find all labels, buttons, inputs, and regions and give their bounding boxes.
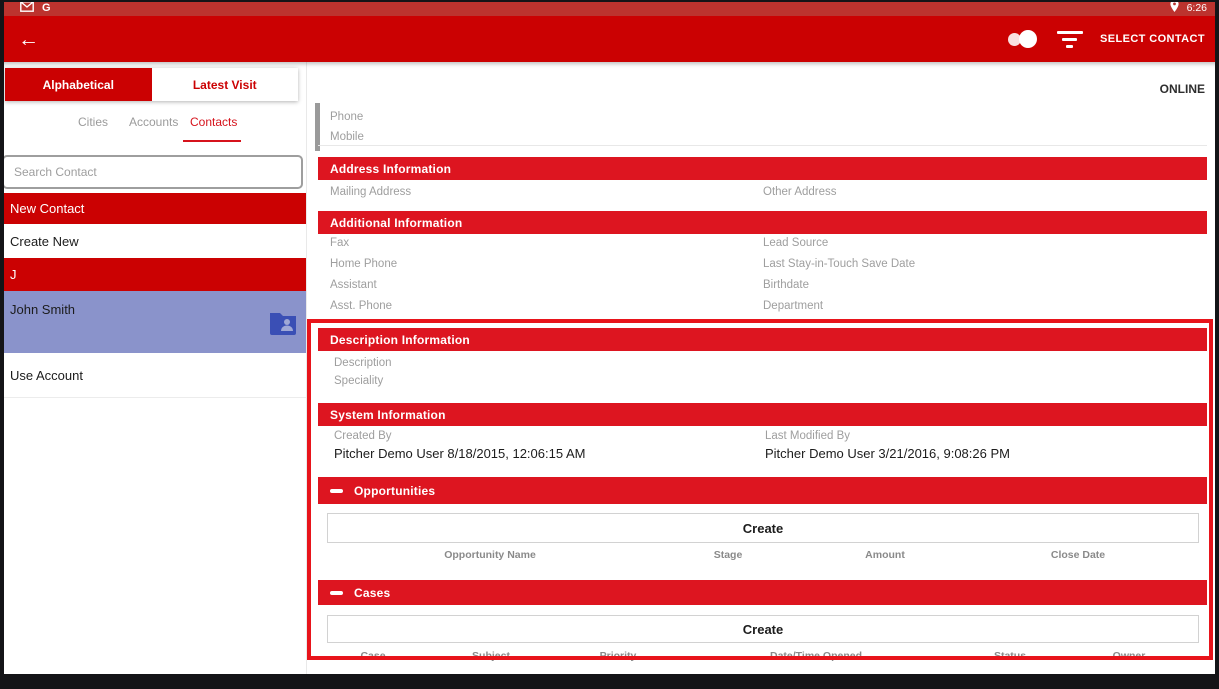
list-item-john-smith[interactable]: John Smith bbox=[0, 291, 306, 353]
field-label-mobile: Mobile bbox=[330, 127, 364, 147]
online-status-badge: ONLINE bbox=[1160, 82, 1205, 96]
subtab-accounts[interactable]: Accounts bbox=[129, 115, 178, 129]
tab-latest-visit[interactable]: Latest Visit bbox=[152, 68, 299, 101]
select-contact-button[interactable]: SELECT CONTACT bbox=[1100, 33, 1205, 45]
field-value-created-by: Pitcher Demo User 8/18/2015, 12:06:15 AM bbox=[334, 445, 585, 463]
create-case-button[interactable]: Create bbox=[327, 615, 1199, 643]
field-label-speciality: Speciality bbox=[334, 371, 383, 391]
section-title: Additional Information bbox=[330, 216, 462, 230]
list-section-j: J bbox=[0, 258, 306, 291]
sort-tabbar: Alphabetical Latest Visit bbox=[5, 68, 298, 101]
location-icon bbox=[1170, 0, 1179, 17]
list-item-create-new[interactable]: Create New bbox=[0, 224, 306, 258]
field-label-lead-source: Lead Source bbox=[763, 233, 828, 253]
field-label-mailing-address: Mailing Address bbox=[330, 182, 411, 202]
contact-folder-icon[interactable] bbox=[268, 310, 298, 341]
col-header-status: Status bbox=[994, 650, 1026, 662]
online-toggle-icon[interactable] bbox=[1006, 29, 1040, 49]
field-value-last-modified-by: Pitcher Demo User 3/21/2016, 9:08:26 PM bbox=[765, 445, 1010, 463]
create-opportunity-button[interactable]: Create bbox=[327, 513, 1199, 543]
col-header-subject: Subject bbox=[472, 650, 510, 662]
filter-icon[interactable] bbox=[1056, 31, 1084, 48]
col-header-owner: Owner bbox=[1113, 650, 1146, 662]
toolbar-actions: SELECT CONTACT bbox=[1006, 29, 1205, 49]
status-bar-left: G bbox=[20, 0, 51, 17]
collapse-minus-icon[interactable] bbox=[330, 591, 343, 595]
list-divider bbox=[0, 397, 306, 398]
frame-edge bbox=[0, 674, 1219, 689]
list-item-use-account[interactable]: Use Account bbox=[0, 353, 306, 397]
field-label-description: Description bbox=[334, 353, 392, 373]
tab-alphabetical[interactable]: Alphabetical bbox=[5, 68, 152, 101]
section-header-cases[interactable]: Cases bbox=[318, 580, 1207, 605]
field-label-assistant: Assistant bbox=[330, 275, 377, 295]
field-label-last-stay-in-touch: Last Stay-in-Touch Save Date bbox=[763, 254, 915, 274]
col-header-close-date: Close Date bbox=[1051, 549, 1105, 561]
section-title: Address Information bbox=[330, 162, 451, 176]
field-label-department: Department bbox=[763, 296, 823, 316]
status-bar: G 6:26 bbox=[0, 0, 1219, 16]
subtab-contacts[interactable]: Contacts bbox=[190, 115, 237, 129]
subtab-contacts-underline bbox=[183, 140, 241, 142]
content-divider bbox=[318, 145, 1207, 146]
section-header-additional: Additional Information bbox=[318, 211, 1207, 234]
search-input[interactable] bbox=[2, 155, 303, 189]
field-label-asst-phone: Asst. Phone bbox=[330, 296, 392, 316]
field-label-other-address: Other Address bbox=[763, 182, 837, 202]
app-screen: G 6:26 ← SELECT CONTACT Alphabetical Lat… bbox=[0, 0, 1219, 689]
col-header-stage: Stage bbox=[714, 549, 743, 561]
section-title: Opportunities bbox=[354, 484, 435, 498]
field-label-birthdate: Birthdate bbox=[763, 275, 809, 295]
scrollbar-thumb[interactable] bbox=[315, 103, 320, 151]
app-toolbar: ← SELECT CONTACT bbox=[0, 16, 1219, 62]
col-header-date-time-opened: Date/Time Opened bbox=[770, 650, 862, 662]
section-header-opportunities[interactable]: Opportunities bbox=[318, 477, 1207, 504]
subtab-cities[interactable]: Cities bbox=[78, 115, 108, 129]
gmail-icon bbox=[20, 0, 34, 17]
clock-time: 6:26 bbox=[1187, 2, 1207, 14]
frame-edge bbox=[0, 0, 4, 689]
field-label-created-by: Created By bbox=[334, 426, 392, 446]
col-header-amount: Amount bbox=[865, 549, 905, 561]
field-label-last-modified-by: Last Modified By bbox=[765, 426, 850, 446]
field-label-home-phone: Home Phone bbox=[330, 254, 397, 274]
section-header-description: Description Information bbox=[318, 328, 1207, 351]
frame-edge bbox=[0, 0, 1219, 2]
col-header-priority: Priority bbox=[600, 650, 637, 662]
section-title: Cases bbox=[354, 586, 390, 600]
list-item-new-contact[interactable]: New Contact bbox=[0, 193, 306, 224]
panel-divider bbox=[306, 62, 307, 674]
section-title: System Information bbox=[330, 408, 446, 422]
section-header-system: System Information bbox=[318, 403, 1207, 426]
field-label-phone: Phone bbox=[330, 107, 363, 127]
frame-edge bbox=[1215, 0, 1219, 689]
google-icon: G bbox=[42, 3, 51, 14]
status-bar-right: 6:26 bbox=[1170, 0, 1207, 17]
field-label-fax: Fax bbox=[330, 233, 349, 253]
section-header-address: Address Information bbox=[318, 157, 1207, 180]
back-arrow-icon[interactable]: ← bbox=[18, 29, 39, 50]
col-header-opportunity-name: Opportunity Name bbox=[444, 549, 536, 561]
col-header-case: Case bbox=[360, 650, 385, 662]
section-title: Description Information bbox=[330, 333, 470, 347]
collapse-minus-icon[interactable] bbox=[330, 489, 343, 493]
